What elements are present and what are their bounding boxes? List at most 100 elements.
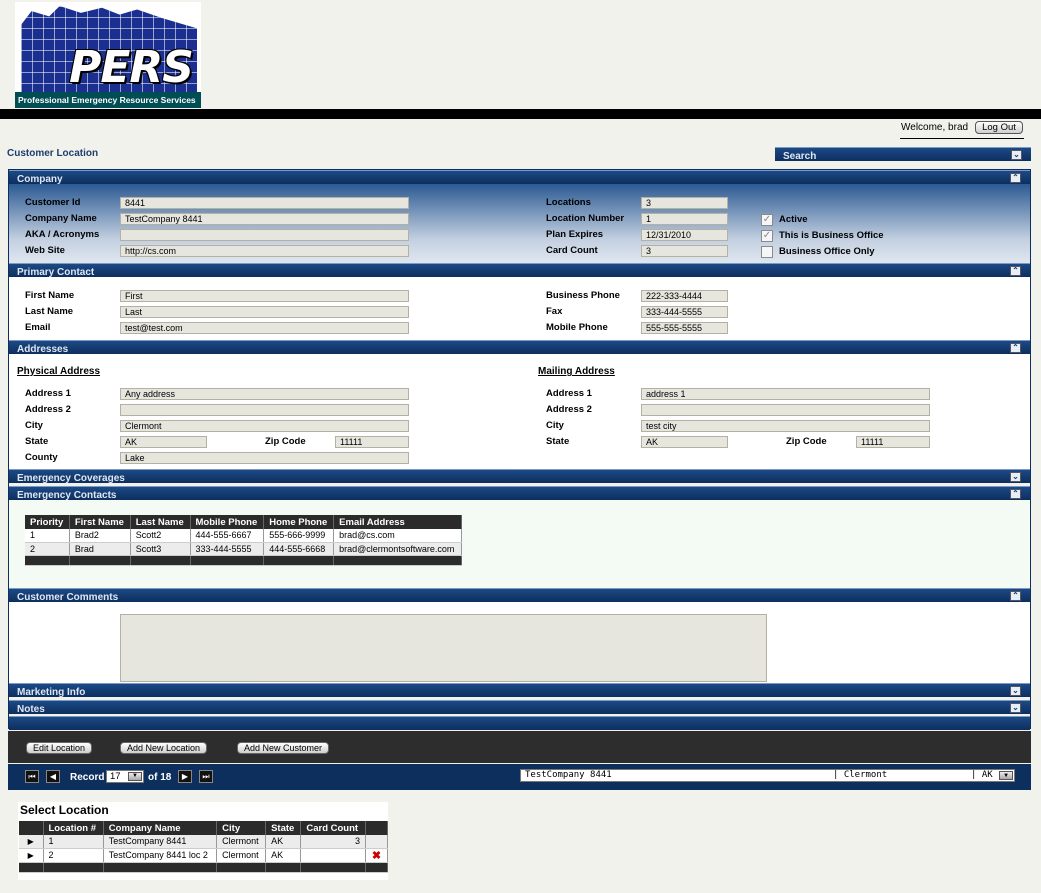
phys-state-field[interactable]: AK bbox=[120, 436, 207, 448]
addresses-section-header[interactable]: Addresses ⌃ bbox=[9, 340, 1030, 355]
locations-field[interactable]: 3 bbox=[641, 197, 728, 209]
column-header[interactable]: Priority bbox=[25, 515, 70, 529]
add-new-location-button[interactable]: Add New Location bbox=[120, 742, 208, 754]
card-count-field[interactable]: 3 bbox=[641, 245, 728, 257]
plan-expires-field[interactable]: 12/31/2010 bbox=[641, 229, 728, 241]
search-panel-header[interactable]: Search ⌄ bbox=[775, 147, 1031, 162]
table-footer-row bbox=[19, 862, 388, 873]
column-header[interactable]: Card Count bbox=[300, 821, 366, 835]
customer-comments-section-header[interactable]: Customer Comments ⌃ bbox=[9, 588, 1030, 603]
expand-icon[interactable]: ⌄ bbox=[1010, 703, 1021, 713]
column-header[interactable]: Mobile Phone bbox=[190, 515, 265, 529]
phys-city-field[interactable]: Clermont bbox=[120, 420, 409, 432]
welcome-text: Welcome, brad bbox=[901, 122, 969, 133]
location-select[interactable]: TestCompany 8441 | Clermont | AK ▼ bbox=[520, 769, 1015, 782]
delete-icon[interactable]: ✖ bbox=[365, 848, 388, 863]
website-field[interactable]: http://cs.com bbox=[120, 245, 409, 257]
table-cell: brad@clermontsoftware.com bbox=[333, 542, 462, 556]
add-new-customer-button[interactable]: Add New Customer bbox=[237, 742, 330, 754]
mail-address2-field[interactable] bbox=[641, 404, 930, 416]
emergency-coverages-section-header[interactable]: Emergency Coverages ⌄ bbox=[9, 469, 1030, 484]
location-number-field[interactable]: 1 bbox=[641, 213, 728, 225]
first-name-field[interactable]: First bbox=[120, 290, 409, 302]
first-record-icon[interactable]: ⏮ bbox=[25, 770, 39, 783]
emergency-contacts-panel: Priority First Name Last Name Mobile Pho… bbox=[9, 500, 1030, 588]
business-office-checkbox[interactable]: ✓ bbox=[761, 230, 773, 242]
last-name-field[interactable]: Last bbox=[120, 306, 409, 318]
table-header-row: Location # Company Name City State Card … bbox=[19, 821, 388, 835]
physical-address-title: Physical Address bbox=[17, 366, 101, 377]
row-selector-icon[interactable]: ▶ bbox=[19, 835, 44, 849]
table-cell: 3 bbox=[300, 835, 366, 849]
table-row[interactable]: ▶ 2 TestCompany 8441 loc 2 Clermont AK ✖ bbox=[19, 848, 388, 863]
company-section-header[interactable]: Company ⌃ bbox=[9, 170, 1030, 185]
table-cell: 555-666-9999 bbox=[263, 529, 335, 543]
phys-county-field[interactable]: Lake bbox=[120, 452, 409, 464]
edit-location-button[interactable]: Edit Location bbox=[26, 742, 93, 754]
column-header[interactable]: Home Phone bbox=[263, 515, 335, 529]
pers-logo: PERS Professional Emergency Resource Ser… bbox=[15, 2, 201, 108]
mail-address1-field[interactable]: address 1 bbox=[641, 388, 930, 400]
last-name-label: Last Name bbox=[25, 306, 74, 317]
active-checkbox[interactable]: ✓ bbox=[761, 214, 773, 226]
table-cell: 2 bbox=[43, 848, 104, 863]
record-navigation-bar: ⏮ ◀ Record 17 ▼ of 18 ▶ ⏭ TestCompany 84… bbox=[8, 764, 1031, 790]
marketing-info-section-header[interactable]: Marketing Info ⌄ bbox=[9, 683, 1030, 698]
next-record-icon[interactable]: ▶ bbox=[178, 770, 192, 783]
expand-icon[interactable]: ⌄ bbox=[1010, 686, 1021, 696]
collapse-icon[interactable]: ⌃ bbox=[1010, 591, 1021, 601]
table-row[interactable]: ▶ 1 TestCompany 8441 Clermont AK 3 bbox=[19, 835, 388, 849]
business-office-label: This is Business Office bbox=[779, 230, 884, 241]
active-label: Active bbox=[779, 214, 808, 225]
aka-field[interactable] bbox=[120, 229, 409, 241]
collapse-icon[interactable]: ⌃ bbox=[1010, 343, 1021, 353]
column-header[interactable]: Last Name bbox=[130, 515, 191, 529]
table-row[interactable]: 2 Brad Scott3 333-444-5555 444-555-6668 … bbox=[25, 542, 462, 556]
fax-field[interactable]: 333-444-5555 bbox=[641, 306, 728, 318]
last-record-icon[interactable]: ⏭ bbox=[199, 770, 213, 783]
customer-id-field[interactable]: 8441 bbox=[120, 197, 409, 209]
column-header[interactable]: Location # bbox=[43, 821, 104, 835]
expand-icon[interactable]: ⌄ bbox=[1011, 150, 1022, 160]
mail-zip-field[interactable]: 11111 bbox=[856, 436, 930, 448]
emergency-contacts-section-header[interactable]: Emergency Contacts ⌃ bbox=[9, 486, 1030, 501]
phys-state-label: State bbox=[25, 436, 49, 447]
expand-icon[interactable]: ⌄ bbox=[1010, 472, 1021, 482]
phys-address2-field[interactable] bbox=[120, 404, 409, 416]
business-office-only-checkbox[interactable] bbox=[761, 246, 773, 258]
row-indicator-header bbox=[19, 821, 44, 835]
logout-button[interactable]: Log Out bbox=[975, 121, 1023, 134]
mail-city-label: City bbox=[546, 420, 564, 431]
collapse-icon[interactable]: ⌃ bbox=[1010, 489, 1021, 499]
chevron-down-icon[interactable]: ▼ bbox=[128, 772, 142, 781]
first-name-label: First Name bbox=[25, 290, 75, 301]
locations-label: Locations bbox=[546, 197, 591, 208]
table-cell: Brad2 bbox=[69, 529, 131, 543]
table-cell: AK bbox=[265, 835, 302, 849]
record-number-select[interactable]: 17 ▼ bbox=[106, 770, 144, 783]
column-header[interactable]: First Name bbox=[69, 515, 131, 529]
action-header bbox=[365, 821, 388, 835]
column-header[interactable]: State bbox=[265, 821, 302, 835]
phys-address1-field[interactable]: Any address bbox=[120, 388, 409, 400]
column-header[interactable]: City bbox=[216, 821, 267, 835]
primary-contact-section-header[interactable]: Primary Contact ⌃ bbox=[9, 263, 1030, 278]
previous-record-icon[interactable]: ◀ bbox=[46, 770, 60, 783]
column-header[interactable]: Company Name bbox=[103, 821, 218, 835]
table-row[interactable]: 1 Brad2 Scott2 444-555-6667 555-666-9999… bbox=[25, 529, 462, 543]
column-header[interactable]: Email Address bbox=[333, 515, 462, 529]
collapse-icon[interactable]: ⌃ bbox=[1010, 266, 1021, 276]
collapse-icon[interactable]: ⌃ bbox=[1010, 173, 1021, 183]
phys-zip-field[interactable]: 11111 bbox=[335, 436, 409, 448]
customer-comments-textarea[interactable] bbox=[120, 614, 767, 682]
notes-section-header[interactable]: Notes ⌄ bbox=[9, 700, 1030, 715]
phys-zip-label: Zip Code bbox=[265, 436, 306, 447]
company-name-field[interactable]: TestCompany 8441 bbox=[120, 213, 409, 225]
email-field[interactable]: test@test.com bbox=[120, 322, 409, 334]
chevron-down-icon[interactable]: ▼ bbox=[999, 771, 1013, 780]
row-selector-icon[interactable]: ▶ bbox=[19, 848, 44, 863]
mail-state-field[interactable]: AK bbox=[641, 436, 728, 448]
business-phone-field[interactable]: 222-333-4444 bbox=[641, 290, 728, 302]
mobile-phone-field[interactable]: 555-555-5555 bbox=[641, 322, 728, 334]
mail-city-field[interactable]: test city bbox=[641, 420, 930, 432]
